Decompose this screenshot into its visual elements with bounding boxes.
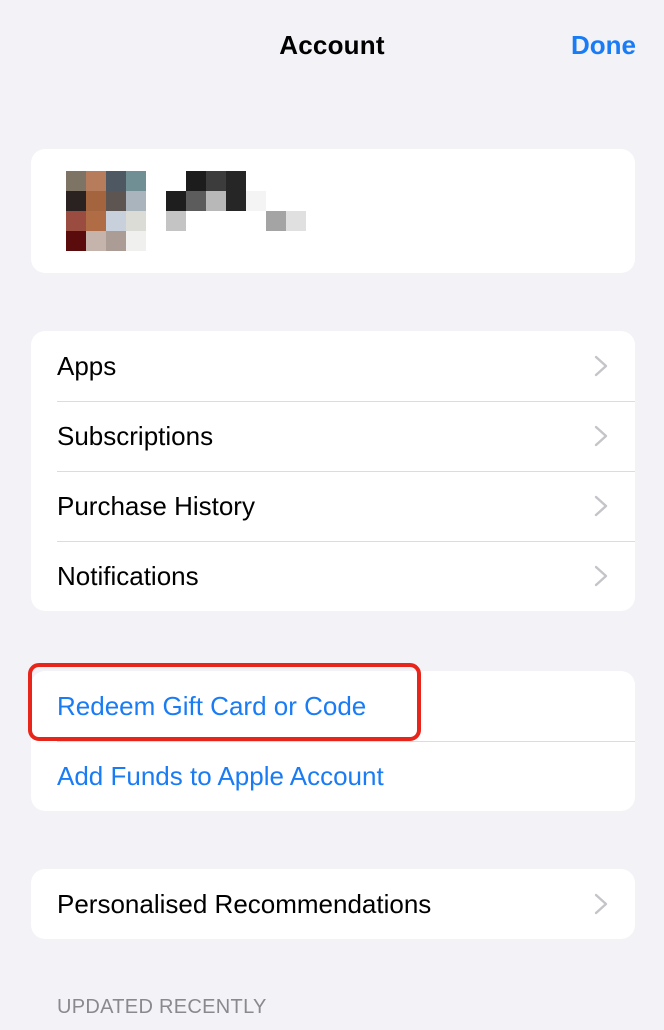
account-menu-group: Apps Subscriptions Purchase History Noti…	[31, 331, 635, 611]
chevron-right-icon	[594, 495, 608, 517]
menu-item-apps[interactable]: Apps	[31, 331, 635, 401]
add-funds-label: Add Funds to Apple Account	[57, 760, 384, 791]
personalised-recommendations-item[interactable]: Personalised Recommendations	[31, 869, 635, 939]
menu-item-label: Notifications	[57, 560, 199, 591]
recommendations-group: Personalised Recommendations	[31, 869, 635, 939]
menu-item-purchase-history[interactable]: Purchase History	[31, 471, 635, 541]
menu-item-notifications[interactable]: Notifications	[31, 541, 635, 611]
redeem-gift-card-button[interactable]: Redeem Gift Card or Code	[31, 671, 635, 741]
navigation-bar: Account Done	[0, 0, 664, 92]
menu-item-label: Purchase History	[57, 490, 255, 521]
add-funds-button[interactable]: Add Funds to Apple Account	[31, 741, 635, 811]
chevron-right-icon	[594, 893, 608, 915]
profile-card[interactable]	[31, 149, 635, 273]
account-name-redacted	[166, 171, 326, 231]
avatar	[66, 171, 146, 251]
menu-item-label: Subscriptions	[57, 420, 214, 451]
chevron-right-icon	[594, 425, 608, 447]
chevron-right-icon	[594, 565, 608, 587]
recommendations-label: Personalised Recommendations	[57, 888, 432, 919]
page-title: Account	[279, 30, 385, 60]
chevron-right-icon	[594, 355, 608, 377]
redeem-gift-card-label: Redeem Gift Card or Code	[57, 690, 367, 721]
updated-recently-header: UPDATED RECENTLY	[57, 996, 267, 1018]
funds-actions-group: Redeem Gift Card or Code Add Funds to Ap…	[31, 671, 635, 811]
menu-item-subscriptions[interactable]: Subscriptions	[31, 401, 635, 471]
done-button[interactable]: Done	[571, 30, 636, 61]
menu-item-label: Apps	[57, 350, 117, 381]
